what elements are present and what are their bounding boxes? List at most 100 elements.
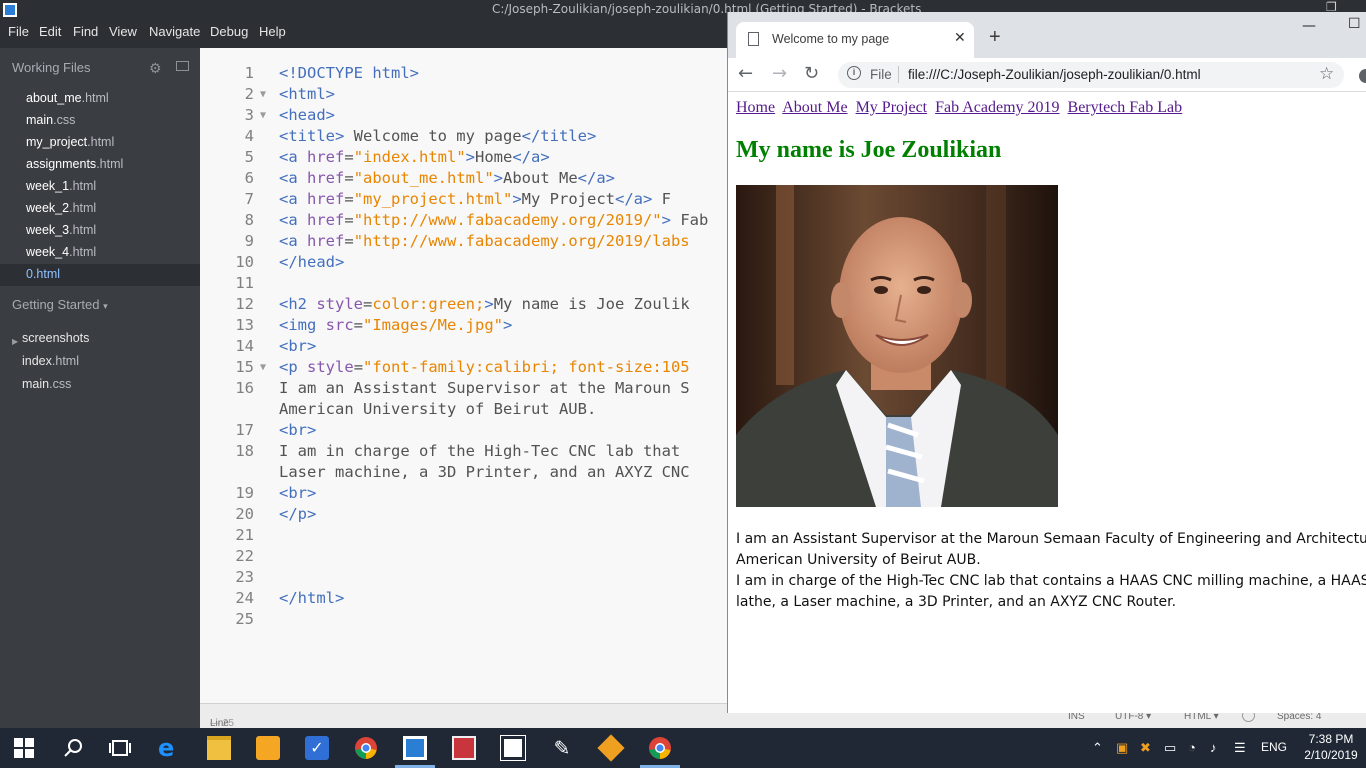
search-icon[interactable]: [62, 736, 86, 760]
menu-find[interactable]: Find: [73, 24, 98, 39]
menu-help[interactable]: Help: [259, 24, 286, 39]
code-line[interactable]: 2 ▼ <html>: [200, 85, 727, 106]
code-line[interactable]: 8 <a href="http://www.fabacademy.org/2019…: [200, 211, 727, 232]
brackets-taskbar-icon[interactable]: [403, 736, 427, 760]
code-line[interactable]: 7 <a href="my_project.html">My Project</a…: [200, 190, 727, 211]
browser-tab[interactable]: Welcome to my page ✕: [736, 22, 974, 58]
close-tab-icon[interactable]: ✕: [954, 29, 966, 46]
battery-icon[interactable]: ▭: [1164, 740, 1176, 756]
file-base: week_1: [26, 179, 70, 193]
volume-icon[interactable]: ♪: [1210, 740, 1217, 755]
code-line[interactable]: 24 </html>: [200, 589, 727, 610]
code-line[interactable]: 16 I am an Assistant Supervisor at the Ma…: [200, 379, 727, 400]
tray-tool-icon[interactable]: ✖: [1140, 740, 1151, 756]
fold-arrow-icon[interactable]: ▼: [260, 362, 266, 373]
folder-caret-icon[interactable]: ▶: [12, 337, 18, 346]
address-bar[interactable]: i File file:///C:/Joseph-Zoulikian/josep…: [838, 62, 1344, 88]
action-center-icon[interactable]: ☰: [1234, 740, 1246, 756]
back-icon[interactable]: ←: [738, 63, 753, 84]
menu-view[interactable]: View: [109, 24, 137, 39]
code-line[interactable]: 20 </p>: [200, 505, 727, 526]
split-view-icon[interactable]: [176, 61, 189, 71]
maximize-button[interactable]: ☐: [1348, 16, 1361, 32]
working-file-assignments[interactable]: assignments.html: [0, 154, 200, 176]
chrome-icon[interactable]: [354, 736, 378, 760]
menu-file[interactable]: File: [8, 24, 29, 39]
code-line[interactable]: 12 <h2 style=color:green;>My name is Joe …: [200, 295, 727, 316]
code-line[interactable]: 11: [200, 274, 727, 295]
working-file-0[interactable]: 0.html: [0, 264, 200, 286]
menu-navigate[interactable]: Navigate: [149, 24, 200, 39]
file-ext: .css: [49, 377, 72, 391]
code-line[interactable]: 14 <br>: [200, 337, 727, 358]
code-editor[interactable]: 1 <!DOCTYPE html> 2 ▼ <html> 3 ▼ <head> 4 <title>…: [200, 48, 727, 703]
code-line[interactable]: 15 ▼ <p style="font-family:calibri; font-s…: [200, 358, 727, 379]
code-line[interactable]: Laser machine, a 3D Printer, and an AXYZ…: [200, 463, 727, 484]
task-view-icon[interactable]: [108, 736, 132, 760]
clock[interactable]: 7:38 PM 2/10/2019: [1300, 731, 1362, 763]
working-file-week-3[interactable]: week_3.html: [0, 220, 200, 242]
file-ext: .html: [69, 201, 97, 215]
code-text: <br>: [279, 484, 317, 502]
bookmark-star-icon[interactable]: ☆: [1319, 64, 1334, 84]
nav-fab-academy-link[interactable]: Fab Academy 2019: [935, 99, 1059, 116]
info-icon[interactable]: i: [847, 66, 861, 80]
checklist-app-icon[interactable]: ✓: [305, 736, 329, 760]
tree-file-index[interactable]: index.html: [22, 354, 79, 368]
paint-app-icon[interactable]: ✎: [550, 736, 574, 760]
slides-app-icon[interactable]: [452, 736, 476, 760]
chrome-active-icon[interactable]: [648, 736, 672, 760]
profile-avatar[interactable]: [1359, 69, 1366, 83]
code-line[interactable]: 1 <!DOCTYPE html>: [200, 64, 727, 85]
nav-berytech-link[interactable]: Berytech Fab Lab: [1068, 99, 1183, 116]
code-line[interactable]: 23: [200, 568, 727, 589]
fold-arrow-icon[interactable]: ▼: [260, 110, 266, 121]
code-line[interactable]: 10 </head>: [200, 253, 727, 274]
edge-browser-icon[interactable]: e: [158, 736, 182, 760]
fold-arrow-icon[interactable]: ▼: [260, 89, 266, 100]
media-player-icon[interactable]: [256, 736, 280, 760]
working-file-week-2[interactable]: week_2.html: [0, 198, 200, 220]
code-line[interactable]: 18 I am in charge of the High-Tec CNC lab…: [200, 442, 727, 463]
file-explorer-icon[interactable]: [207, 736, 231, 760]
tree-file-main-css[interactable]: main.css: [22, 377, 71, 391]
calculator-icon[interactable]: [500, 735, 526, 761]
code-line[interactable]: 6 <a href="about_me.html">About Me</a>: [200, 169, 727, 190]
working-file-main[interactable]: main.css: [0, 110, 200, 132]
code-line[interactable]: 13 <img src="Images/Me.jpg">: [200, 316, 727, 337]
working-file-week-1[interactable]: week_1.html: [0, 176, 200, 198]
code-line[interactable]: 3 ▼ <head>: [200, 106, 727, 127]
nav-about-me-link[interactable]: About Me: [782, 99, 847, 116]
gear-icon[interactable]: ⚙: [149, 60, 162, 77]
working-file-week-4[interactable]: week_4.html: [0, 242, 200, 264]
working-file-my-project[interactable]: my_project.html: [0, 132, 200, 154]
code-line[interactable]: 19 <br>: [200, 484, 727, 505]
git-app-icon[interactable]: [597, 734, 625, 762]
code-line[interactable]: 22: [200, 547, 727, 568]
working-file-about-me[interactable]: about_me.html: [0, 88, 200, 110]
project-title[interactable]: Getting Started ▾: [12, 297, 108, 312]
code-line[interactable]: 9 <a href="http://www.fabacademy.org/2019…: [200, 232, 727, 253]
wifi-icon[interactable]: ◔: [1188, 740, 1196, 755]
minimize-button[interactable]: —: [1302, 18, 1316, 34]
language-indicator[interactable]: ENG: [1261, 740, 1287, 754]
tree-folder-screenshots[interactable]: screenshots: [22, 331, 89, 345]
windows-start-icon[interactable]: [14, 738, 34, 758]
url-text[interactable]: file:///C:/Joseph-Zoulikian/joseph-zouli…: [908, 67, 1201, 82]
code-line[interactable]: 25: [200, 610, 727, 631]
code-line[interactable]: 5 <a href="index.html">Home</a>: [200, 148, 727, 169]
menu-debug[interactable]: Debug: [210, 24, 248, 39]
code-line[interactable]: 4 <title> Welcome to my page</title>: [200, 127, 727, 148]
nav-home-link[interactable]: Home: [736, 99, 775, 116]
file-base: index: [22, 354, 52, 368]
tray-app-icon[interactable]: ▣: [1116, 740, 1128, 756]
new-tab-button[interactable]: +: [989, 26, 1001, 49]
code-line[interactable]: 17 <br>: [200, 421, 727, 442]
chevron-up-icon[interactable]: ⌃: [1092, 740, 1103, 756]
code-line[interactable]: 21: [200, 526, 727, 547]
forward-icon[interactable]: →: [772, 63, 787, 84]
nav-my-project-link[interactable]: My Project: [856, 99, 928, 116]
menu-edit[interactable]: Edit: [39, 24, 61, 39]
code-line[interactable]: American University of Beirut AUB.: [200, 400, 727, 421]
reload-icon[interactable]: ↻: [804, 63, 819, 84]
